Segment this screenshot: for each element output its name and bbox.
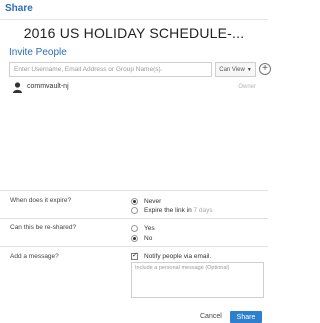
permission-label: Can View <box>219 66 245 73</box>
share-button[interactable]: Share <box>230 311 262 323</box>
expiry-never-option[interactable]: Never <box>131 198 161 205</box>
radio-never[interactable] <box>131 198 138 205</box>
radio-expire[interactable] <box>131 207 138 214</box>
expiry-section <box>0 190 268 191</box>
chevron-down-icon: ▼ <box>246 66 252 73</box>
message-section <box>0 246 268 247</box>
reshare-no-option[interactable]: No <box>131 235 152 242</box>
notify-label: Notify people via email. <box>144 253 212 260</box>
reshare-yes-option[interactable]: Yes <box>131 225 155 232</box>
invite-people-label: Invite People <box>9 47 67 58</box>
reshare-section <box>0 218 268 219</box>
radio-yes[interactable] <box>131 225 138 232</box>
notify-checkbox[interactable] <box>131 251 138 260</box>
user-role: Owner <box>238 84 256 90</box>
plus-circle-icon[interactable]: + <box>259 63 271 75</box>
document-title: 2016 US HOLIDAY SCHEDULE-... <box>23 25 245 41</box>
invite-search-input[interactable] <box>9 62 212 77</box>
header-divider <box>0 19 268 20</box>
expiry-days-option[interactable]: Expire the link in 7 days <box>131 207 213 214</box>
expiry-never-label: Never <box>144 198 162 205</box>
user-icon <box>13 82 22 93</box>
list-item: commvault-nj Owner <box>9 81 256 95</box>
permission-dropdown[interactable]: Can View ▼ <box>215 62 256 77</box>
dialog-header: Share <box>5 3 33 14</box>
reshare-question: Can this be re-shared? <box>10 224 77 231</box>
reshare-yes-label: Yes <box>144 225 155 232</box>
expiry-days-label: Expire the link in 7 days <box>144 207 213 214</box>
notify-option[interactable]: Notify people via email. <box>131 251 212 260</box>
radio-no[interactable] <box>131 235 138 242</box>
expiry-question: When does it expire? <box>10 197 72 204</box>
message-question: Add a message? <box>10 253 59 260</box>
message-textarea[interactable] <box>131 262 264 298</box>
invite-input-row: Can View ▼ + <box>9 62 271 77</box>
user-name: commvault-nj <box>27 83 69 90</box>
cancel-button[interactable]: Cancel <box>200 313 222 320</box>
reshare-no-label: No <box>144 235 153 242</box>
